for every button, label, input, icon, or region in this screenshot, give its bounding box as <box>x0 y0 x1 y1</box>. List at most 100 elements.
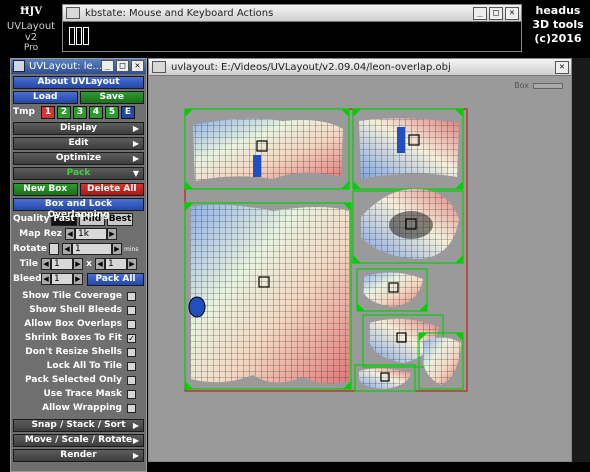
bleed-inc[interactable]: ▶ <box>73 273 83 285</box>
menu-display-label: Display <box>59 123 98 133</box>
quality-best[interactable]: Best <box>107 213 133 226</box>
kbstate-titlebar[interactable]: kbstate: Mouse and Keyboard Actions _ □ … <box>63 5 521 22</box>
panel-title: UVLayout: le... <box>29 61 103 72</box>
uv-shell-head <box>352 188 464 264</box>
menu-pack[interactable]: Pack ▼ <box>13 167 144 180</box>
delete-all-button[interactable]: Delete All <box>79 183 144 196</box>
load-button[interactable]: Load <box>13 91 78 104</box>
pack-option-row[interactable]: Shrink Boxes To Fit ✓ <box>13 331 144 345</box>
menu-display[interactable]: Display ▶ <box>13 122 144 135</box>
tmp-slot-2[interactable]: 2 <box>57 106 71 119</box>
pack-option-checkbox[interactable] <box>127 390 136 399</box>
uv-shell-hand-1 <box>356 268 428 312</box>
arrow-down-icon: ▼ <box>132 169 139 178</box>
bleed-field[interactable]: 1 <box>51 273 73 285</box>
tmp-slot-3[interactable]: 3 <box>73 106 87 119</box>
pack-option-row[interactable]: Use Trace Mask <box>13 387 144 401</box>
pack-option-checkbox[interactable]: ✓ <box>127 334 136 343</box>
pack-option-label: Shrink Boxes To Fit <box>24 333 122 343</box>
tmp-slot-4[interactable]: 4 <box>89 106 103 119</box>
box-bar <box>533 82 563 89</box>
rotate-checkbox[interactable] <box>49 243 59 255</box>
uv-window-titlebar[interactable]: uvlayout: E:/Videos/UVLayout/v2.09.04/le… <box>149 59 571 76</box>
map-rez-inc[interactable]: ▶ <box>107 228 117 240</box>
maximize-button[interactable]: □ <box>489 7 503 20</box>
pack-option-row[interactable]: Show Tile Coverage <box>13 289 144 303</box>
tile-y-inc[interactable]: ▶ <box>127 258 137 270</box>
map-rez-field[interactable]: 1k <box>75 228 107 240</box>
pack-option-row[interactable]: Allow Wrapping <box>13 401 144 415</box>
menu-optimize[interactable]: Optimize ▶ <box>13 152 144 165</box>
save-button[interactable]: Save <box>79 91 144 104</box>
menu-snap-stack-sort[interactable]: Snap / Stack / Sort ▶ <box>13 419 144 432</box>
pack-option-checkbox[interactable] <box>127 404 136 413</box>
tmp-slot-1[interactable]: 1 <box>41 106 55 119</box>
app-edition: Pro <box>23 43 39 53</box>
uv-shell-top-right <box>352 108 464 190</box>
pack-option-row[interactable]: Pack Selected Only <box>13 373 144 387</box>
minimize-button[interactable]: _ <box>473 7 487 20</box>
about-button[interactable]: About UVLayout <box>13 76 144 89</box>
box-lock-overlapping-button[interactable]: Box and Lock Overlapping <box>13 198 144 220</box>
pack-option-checkbox[interactable] <box>127 362 136 371</box>
kbstate-title: kbstate: Mouse and Keyboard Actions <box>85 8 274 19</box>
pack-all-button[interactable]: Pack All <box>87 273 144 286</box>
tile-label: Tile <box>19 259 38 269</box>
map-rez-dec[interactable]: ◀ <box>65 228 75 240</box>
rotate-label: Rotate <box>13 244 47 254</box>
tile-x-field[interactable]: 1 <box>51 258 73 270</box>
pack-option-checkbox[interactable] <box>127 306 136 315</box>
new-box-button[interactable]: New Box <box>13 183 78 196</box>
close-button[interactable]: ✕ <box>131 60 144 72</box>
panel-titlebar[interactable]: UVLayout: le... _ □ ✕ <box>11 59 146 74</box>
arrow-right-icon: ▶ <box>132 139 139 148</box>
headus-branding: headus 3D tools (c)2016 <box>526 4 590 46</box>
map-rez-label: Map Rez <box>19 229 62 239</box>
tmp-label: Tmp <box>13 107 35 117</box>
close-button[interactable]: ✕ <box>555 61 569 74</box>
right-edge-panel <box>572 58 590 462</box>
tile-x-dec[interactable]: ◀ <box>41 258 51 270</box>
brand-line1: headus <box>535 4 581 17</box>
tile-y-dec[interactable]: ◀ <box>95 258 105 270</box>
arrow-right-icon: ▶ <box>132 154 139 163</box>
rotate-inc[interactable]: ▶ <box>112 243 122 255</box>
tile-x-inc[interactable]: ▶ <box>73 258 83 270</box>
tmp-slot-e[interactable]: E <box>121 106 135 119</box>
pack-option-checkbox[interactable] <box>127 376 136 385</box>
uv-canvas[interactable] <box>183 107 563 447</box>
rotate-unit: mins <box>124 246 139 253</box>
system-menu-icon[interactable] <box>13 60 25 72</box>
pack-option-checkbox[interactable] <box>127 348 136 357</box>
rotate-field[interactable]: 1 <box>72 243 112 255</box>
rotate-dec[interactable]: ◀ <box>62 243 72 255</box>
pack-option-checkbox[interactable] <box>127 320 136 329</box>
uvlayout-panel: UVLayout: le... _ □ ✕ About UVLayout Loa… <box>10 58 147 472</box>
menu-render[interactable]: Render ▶ <box>13 449 144 462</box>
system-menu-icon[interactable] <box>152 61 166 73</box>
box-indicator: Box <box>514 81 563 90</box>
tmp-slot-5[interactable]: 5 <box>105 106 119 119</box>
minimize-button[interactable]: _ <box>101 60 114 72</box>
maximize-button[interactable]: □ <box>116 60 129 72</box>
arrow-right-icon: ▶ <box>132 436 139 445</box>
pack-option-row[interactable]: Don't Resize Shells <box>13 345 144 359</box>
kbstate-window: kbstate: Mouse and Keyboard Actions _ □ … <box>62 4 522 52</box>
pack-option-checkbox[interactable] <box>127 292 136 301</box>
close-button[interactable]: ✕ <box>505 7 519 20</box>
pack-option-row[interactable]: Show Shell Bleeds <box>13 303 144 317</box>
pack-option-row[interactable]: Lock All To Tile <box>13 359 144 373</box>
bleed-dec[interactable]: ◀ <box>41 273 51 285</box>
uv-shell-top-left <box>184 108 350 190</box>
menu-move-scale-rotate[interactable]: Move / Scale / Rotate ▶ <box>13 434 144 447</box>
pack-options: Show Tile Coverage Show Shell Bleeds Allow… <box>11 289 146 415</box>
pack-option-label: Allow Box Overlaps <box>24 319 122 329</box>
menu-render-label: Render <box>60 450 97 460</box>
menu-edit[interactable]: Edit ▶ <box>13 137 144 150</box>
pack-option-label: Allow Wrapping <box>42 403 122 413</box>
system-menu-icon[interactable] <box>66 7 80 19</box>
tile-y-field[interactable]: 1 <box>105 258 127 270</box>
arrow-right-icon: ▶ <box>132 124 139 133</box>
box-label: Box <box>514 81 529 90</box>
pack-option-row[interactable]: Allow Box Overlaps <box>13 317 144 331</box>
